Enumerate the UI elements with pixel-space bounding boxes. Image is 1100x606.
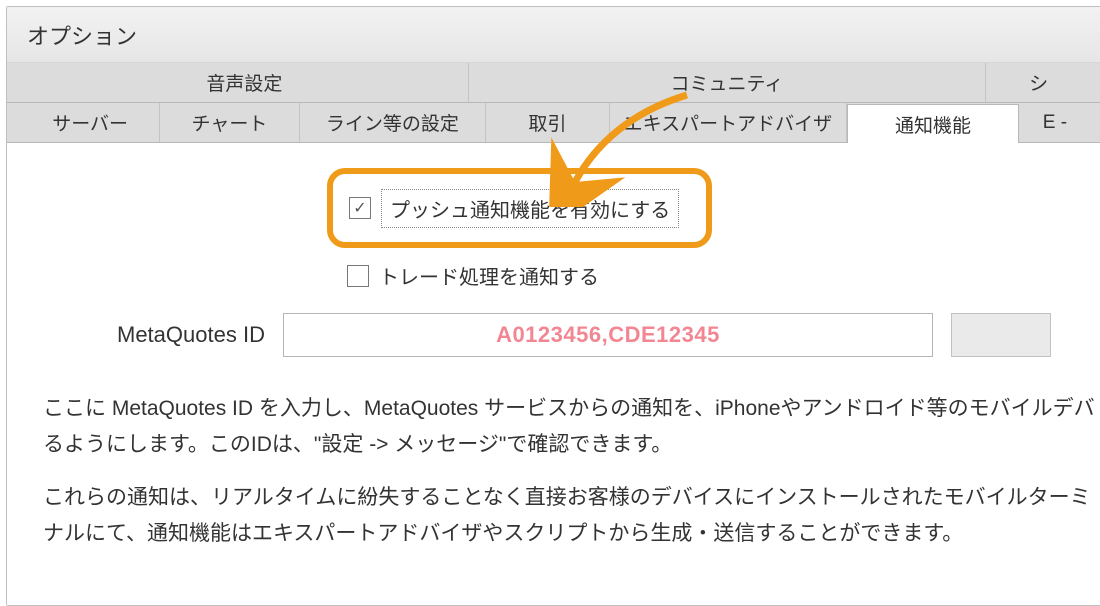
tab-server[interactable]: サーバー — [21, 103, 160, 142]
tab-trade[interactable]: 取引 — [486, 103, 610, 142]
tab-label: 取引 — [528, 109, 566, 136]
tab-sound-settings[interactable]: 音声設定 — [21, 63, 469, 102]
tab-label: 音声設定 — [206, 69, 282, 96]
tab-label: ライン等の設定 — [326, 109, 459, 136]
tab-cutoff-2[interactable]: E - — [1019, 103, 1091, 142]
metaquotes-id-input[interactable]: A0123456,CDE12345 — [283, 313, 933, 357]
tab-content: プッシュ通知機能を有効にする トレード処理を通知する MetaQuotes ID… — [7, 143, 1100, 605]
tab-label: 通知機能 — [895, 111, 971, 138]
tab-community[interactable]: コミュニティ — [469, 63, 987, 102]
tabrow-upper: 音声設定 コミュニティ シ — [7, 63, 1100, 103]
help-text: ここに MetaQuotes ID を入力し、MetaQuotes サービスから… — [43, 391, 1100, 570]
tab-label: エキスパートアドバイザ — [624, 109, 832, 136]
trade-notify-label: トレード処理を通知する — [379, 261, 599, 290]
push-enable-highlight: プッシュ通知機能を有効にする — [327, 168, 712, 248]
dialog-titlebar: オプション — [7, 7, 1100, 63]
metaquotes-id-label: MetaQuotes ID — [117, 322, 265, 348]
help-paragraph-2: これらの通知は、リアルタイムに紛失することなく直接お客様のデバイスにインストール… — [43, 480, 1100, 551]
tabrow-lower: サーバー チャート ライン等の設定 取引 エキスパートアドバイザ 通知機能 E … — [7, 103, 1100, 143]
tab-label: チャート — [192, 109, 268, 136]
metaquotes-id-value: A0123456,CDE12345 — [496, 322, 720, 348]
options-dialog: オプション 音声設定 コミュニティ シ サーバー チャート ライン等の設定 取引… — [6, 6, 1100, 606]
tab-line-settings[interactable]: ライン等の設定 — [300, 103, 487, 142]
tab-cutoff-1[interactable]: シ — [986, 63, 1091, 102]
push-enable-checkbox[interactable] — [349, 197, 371, 219]
trade-notify-row: トレード処理を通知する — [347, 261, 599, 290]
tab-label: サーバー — [52, 109, 128, 136]
tab-chart[interactable]: チャート — [160, 103, 299, 142]
tab-notifications[interactable]: 通知機能 — [847, 104, 1019, 144]
tab-expert-advisor[interactable]: エキスパートアドバイザ — [610, 103, 847, 142]
tab-label: E - — [1043, 112, 1067, 134]
tab-label: コミュニティ — [671, 69, 784, 96]
tab-label: シ — [1029, 69, 1048, 96]
trade-notify-checkbox[interactable] — [347, 265, 369, 287]
help-paragraph-1: ここに MetaQuotes ID を入力し、MetaQuotes サービスから… — [43, 391, 1100, 462]
push-enable-label: プッシュ通知機能を有効にする — [381, 189, 679, 228]
test-button[interactable] — [951, 313, 1051, 357]
dialog-title: オプション — [27, 19, 137, 51]
metaquotes-id-row: MetaQuotes ID A0123456,CDE12345 — [117, 313, 1100, 357]
